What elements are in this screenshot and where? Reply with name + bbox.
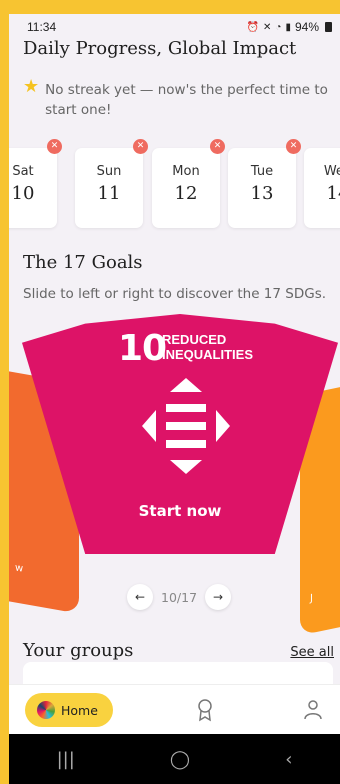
status-icons: ⏰ ✕ ◔ ▮ 94% bbox=[247, 20, 332, 34]
nav-profile-button[interactable] bbox=[301, 697, 325, 723]
day-card-sat[interactable]: Sat 10 ✕ bbox=[9, 139, 62, 228]
nav-award-button[interactable] bbox=[193, 697, 217, 723]
home-icon bbox=[37, 701, 55, 719]
goals-title: The 17 Goals bbox=[23, 252, 143, 273]
carousel-pager: ← 10/17 → bbox=[127, 584, 232, 610]
home-circle-icon[interactable]: ◯ bbox=[170, 749, 190, 770]
day-number: 13 bbox=[250, 183, 274, 204]
day-number: 12 bbox=[174, 183, 198, 204]
next-arrow-button[interactable]: → bbox=[205, 584, 232, 610]
missed-x-icon: ✕ bbox=[210, 139, 225, 154]
page-title: Daily Progress, Global Impact bbox=[23, 38, 297, 59]
signal-icon: ▮ bbox=[285, 21, 291, 33]
nav-home-button[interactable]: Home bbox=[25, 693, 113, 727]
day-name: Tue bbox=[250, 164, 274, 179]
status-time: 11:34 bbox=[27, 20, 57, 34]
day-name: Mon bbox=[172, 164, 200, 179]
reduced-inequalities-icon bbox=[142, 378, 230, 474]
goals-subtitle: Slide to left or right to discover the 1… bbox=[23, 286, 327, 302]
groups-title: Your groups bbox=[23, 640, 134, 661]
sdg-name: REDUCED INEQUALITIES bbox=[162, 332, 262, 362]
missed-x-icon: ✕ bbox=[47, 139, 62, 154]
see-all-link[interactable]: See all bbox=[290, 645, 334, 660]
pager-count: 10/17 bbox=[161, 589, 198, 605]
wifi-icon: ◔ bbox=[275, 21, 282, 33]
day-strip: Sat 10 ✕ Sun 11 ✕ Mon 12 ✕ Tue 13 ✕ Wed … bbox=[9, 139, 340, 228]
day-card-tue[interactable]: Tue 13 ✕ bbox=[228, 139, 301, 228]
sdg-number: 10 bbox=[118, 328, 167, 369]
battery-icon bbox=[325, 22, 332, 32]
profile-icon bbox=[304, 700, 322, 720]
streak-banner: ★ No streak yet — now's the perfect time… bbox=[23, 76, 328, 120]
battery-percent: 94% bbox=[294, 20, 319, 34]
missed-x-icon: ✕ bbox=[133, 139, 148, 154]
sdg-name-line2: INEQUALITIES bbox=[162, 347, 254, 362]
star-icon: ★ bbox=[23, 76, 40, 97]
back-icon[interactable]: ‹ bbox=[285, 749, 292, 770]
streak-message: No streak yet — now's the perfect time t… bbox=[45, 82, 328, 118]
alarm-icon: ⏰ bbox=[246, 21, 260, 33]
day-card-mon[interactable]: Mon 12 ✕ bbox=[152, 139, 225, 228]
day-name: Sat bbox=[12, 164, 34, 179]
day-card-sun[interactable]: Sun 11 ✕ bbox=[75, 139, 148, 228]
recent-apps-icon[interactable]: ||| bbox=[57, 749, 75, 770]
day-number: 11 bbox=[97, 183, 121, 204]
award-icon bbox=[198, 699, 212, 722]
side-card-letter: J bbox=[310, 592, 313, 605]
sdg-name-line1: REDUCED bbox=[162, 332, 227, 347]
day-number: 14 bbox=[326, 183, 340, 204]
day-card-wed[interactable]: Wed 14 bbox=[304, 148, 340, 228]
day-name: Wed bbox=[323, 164, 340, 179]
status-bar: 11:34 ⏰ ✕ ◔ ▮ 94% bbox=[9, 14, 340, 38]
bottom-nav: Home bbox=[9, 684, 340, 734]
app-screen: 11:34 ⏰ ✕ ◔ ▮ 94% Daily Progress, Global… bbox=[9, 14, 340, 784]
system-nav-bar: ||| ◯ ‹ bbox=[9, 734, 340, 784]
nav-home-label: Home bbox=[61, 702, 98, 718]
day-name: Sun bbox=[96, 164, 122, 179]
mute-icon: ✕ bbox=[263, 21, 272, 33]
day-number: 10 bbox=[11, 183, 35, 204]
missed-x-icon: ✕ bbox=[286, 139, 301, 154]
side-card-letter: w bbox=[15, 562, 24, 575]
prev-arrow-button[interactable]: ← bbox=[127, 584, 153, 610]
